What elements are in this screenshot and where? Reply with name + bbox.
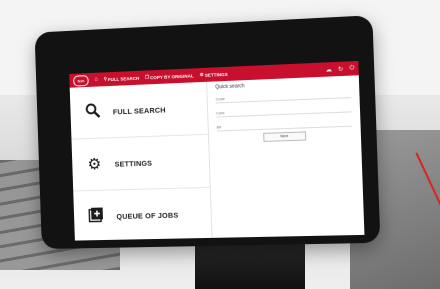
search-icon: ⚲ xyxy=(103,76,107,82)
tablet-bezel: fcm ⌂ ⚲ FULL SEARCH ❐ COPY BY ORIGINAL ⚙… xyxy=(34,15,381,250)
power-icon[interactable]: ⏻ xyxy=(349,65,354,72)
quick-search-panel: Quick search Code Card Bit Next xyxy=(207,75,364,238)
touch-screen: fcm ⌂ ⚲ FULL SEARCH ❐ COPY BY ORIGINAL ⚙… xyxy=(69,60,365,241)
topbar-settings[interactable]: ⚙ SETTINGS xyxy=(200,71,228,78)
menu-item-label: QUEUE OF JOBS xyxy=(116,210,179,221)
gear-icon: ⚙ xyxy=(87,156,102,174)
menu-item-queue-of-jobs[interactable]: QUEUE OF JOBS xyxy=(73,187,212,241)
main-content: FULL SEARCH ⚙ SETTINGS QUEUE OF JOBS Qui… xyxy=(69,75,365,241)
menu-item-label: SETTINGS xyxy=(114,158,153,169)
menu-item-settings[interactable]: ⚙ SETTINGS xyxy=(71,134,210,192)
bit-field[interactable]: Bit xyxy=(216,115,353,132)
field-label: Bit xyxy=(216,125,222,130)
topbar-item-label: COPY BY ORIGINAL xyxy=(150,72,194,80)
topbar-copy-by-original[interactable]: ❐ COPY BY ORIGINAL xyxy=(145,72,194,80)
menu-item-label: FULL SEARCH xyxy=(112,104,166,116)
card-field[interactable]: Card xyxy=(215,101,352,118)
main-menu: FULL SEARCH ⚙ SETTINGS QUEUE OF JOBS xyxy=(69,81,213,241)
menu-item-full-search[interactable]: FULL SEARCH xyxy=(69,81,208,140)
sync-icon[interactable]: ↻ xyxy=(338,65,343,72)
cloud-icon[interactable]: ☁ xyxy=(325,66,332,73)
field-label: Code xyxy=(215,97,225,102)
home-icon[interactable]: ⌂ xyxy=(94,77,98,83)
brand-logo[interactable]: fcm xyxy=(73,74,89,87)
gear-icon: ⚙ xyxy=(199,71,204,78)
topbar-item-label: SETTINGS xyxy=(204,71,228,78)
next-button[interactable]: Next xyxy=(262,131,306,142)
copy-icon: ❐ xyxy=(144,74,150,80)
topbar-item-label: FULL SEARCH xyxy=(107,75,140,82)
search-icon xyxy=(84,102,102,123)
field-label: Card xyxy=(216,111,225,116)
topbar-full-search[interactable]: ⚲ FULL SEARCH xyxy=(104,75,140,82)
queue-add-icon xyxy=(87,206,105,227)
